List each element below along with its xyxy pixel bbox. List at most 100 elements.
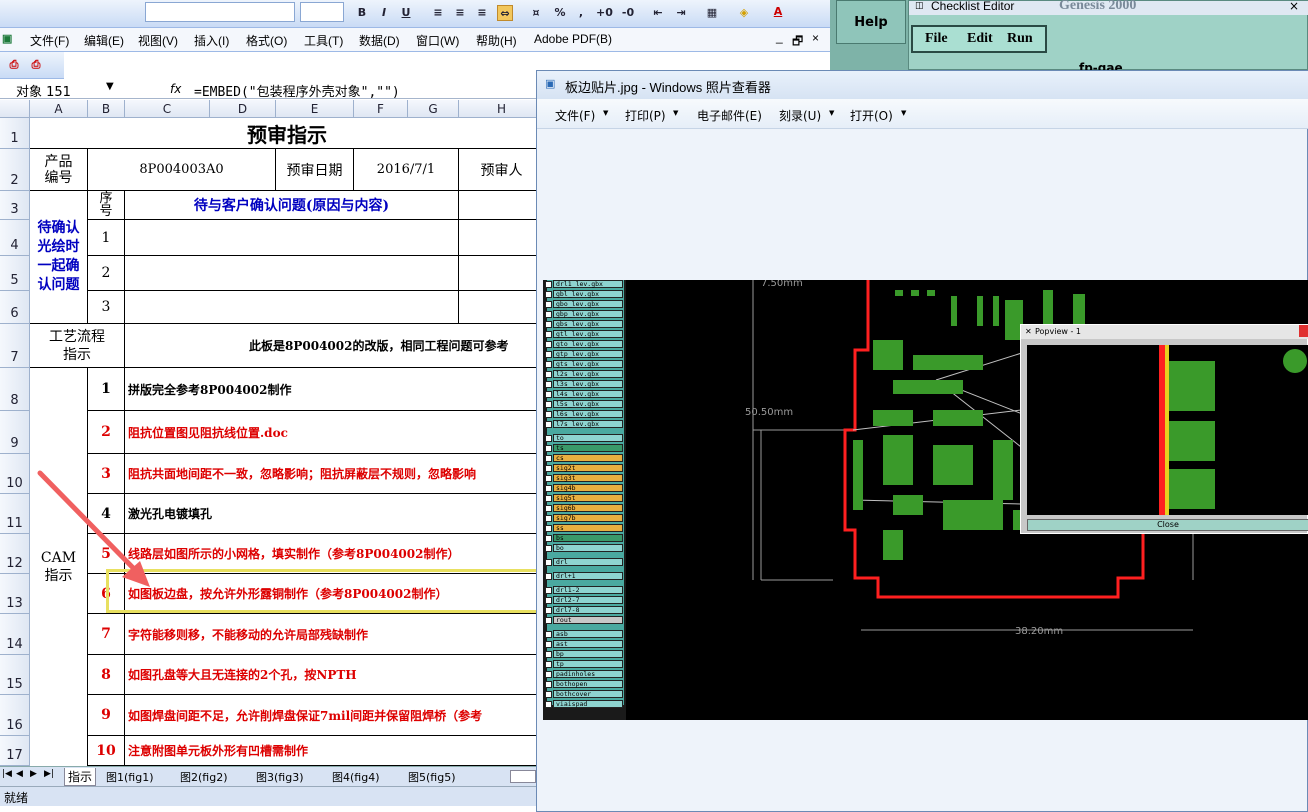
confirm-num-1[interactable]: 1 (88, 220, 125, 256)
layer-checkbox[interactable] (545, 617, 552, 624)
font-size-box[interactable] (300, 2, 344, 22)
pdf-mail-icon[interactable]: ⎙ (28, 57, 44, 73)
row-header-2[interactable]: 2 (0, 149, 30, 191)
confirm-issues-label[interactable]: 待确认 光绘时 一起确 认问题 (30, 191, 88, 324)
layer-item[interactable]: bo (553, 544, 623, 552)
genesis-menu-run[interactable]: Run (1007, 31, 1033, 47)
column-header-h[interactable]: H (459, 100, 545, 118)
increase-indent-icon[interactable]: ⇥ (673, 5, 689, 21)
cell-h3[interactable] (459, 191, 545, 220)
row-header-8[interactable]: 8 (0, 368, 30, 411)
cell-h6[interactable] (459, 291, 545, 324)
row-header-9[interactable]: 9 (0, 411, 30, 454)
layer-checkbox[interactable] (545, 631, 552, 638)
layer-item[interactable]: drl1_lev.gbx (553, 280, 623, 288)
sheet-title[interactable]: 预审指示 (30, 118, 545, 149)
font-name-box[interactable] (145, 2, 295, 22)
layer-item[interactable]: sig4b (553, 484, 623, 492)
row-header-10[interactable]: 10 (0, 454, 30, 494)
instruction-text[interactable]: 线路层如图所示的小网格，填实制作（参考8P004002制作） (125, 534, 545, 574)
select-all-corner[interactable] (0, 100, 30, 118)
layer-item[interactable]: bs (553, 534, 623, 542)
layer-checkbox[interactable] (545, 597, 552, 604)
sheet-tab[interactable]: 图1(fig1) (106, 769, 154, 785)
layer-checkbox[interactable] (545, 281, 552, 288)
layer-item[interactable]: gbl_lev.gbx (553, 290, 623, 298)
sheet-tab[interactable]: 图4(fig4) (332, 769, 380, 785)
increase-decimal-icon[interactable]: +0 (596, 5, 613, 21)
genesis-help-button[interactable]: Help (836, 0, 906, 44)
instruction-num[interactable]: 1 (88, 368, 125, 411)
layer-item[interactable]: viaispad (553, 700, 623, 708)
align-left-icon[interactable]: ≡ (430, 5, 446, 21)
layer-checkbox[interactable] (545, 525, 552, 532)
row-header-4[interactable]: 4 (0, 220, 30, 256)
layer-item[interactable]: to (553, 434, 623, 442)
seq-label[interactable]: 序 号 (88, 191, 125, 220)
layer-checkbox[interactable] (545, 411, 552, 418)
sheet-tab-active[interactable]: 指示 (64, 768, 97, 786)
cell-h5[interactable] (459, 256, 545, 291)
layer-item[interactable]: padinholes (553, 670, 623, 678)
layer-checkbox[interactable] (545, 381, 552, 388)
bold-icon[interactable]: B (354, 5, 370, 21)
row-header-1[interactable]: 1 (0, 118, 30, 149)
reviewer-label[interactable]: 预审人 (459, 149, 545, 191)
layer-item[interactable]: drl+1 (553, 572, 623, 580)
layer-checkbox[interactable] (545, 465, 552, 472)
pdf-convert-icon[interactable]: ⎙ (6, 57, 22, 73)
layer-checkbox[interactable] (545, 691, 552, 698)
layer-checkbox[interactable] (545, 401, 552, 408)
column-header-d[interactable]: D (210, 100, 276, 118)
confirm-num-3[interactable]: 3 (88, 291, 125, 324)
layer-checkbox[interactable] (545, 371, 552, 378)
italic-icon[interactable]: I (376, 5, 392, 21)
decrease-indent-icon[interactable]: ⇤ (650, 5, 666, 21)
layer-checkbox[interactable] (545, 661, 552, 668)
align-center-icon[interactable]: ≡ (452, 5, 468, 21)
layer-item[interactable]: l6s_lev.gbx (553, 410, 623, 418)
layer-checkbox[interactable] (545, 311, 552, 318)
menu-tools[interactable]: 工具(T) (304, 32, 343, 49)
menu-view[interactable]: 视图(V) (138, 32, 178, 49)
layer-item[interactable]: ss (553, 524, 623, 532)
instruction-text[interactable]: 阻抗位置图见阻抗线位置.doc (125, 411, 545, 454)
row-header-17[interactable]: 17 (0, 736, 30, 766)
instruction-num[interactable]: 7 (88, 614, 125, 655)
menu-format[interactable]: 格式(O) (246, 32, 287, 49)
review-date-value[interactable]: 2016/7/1 (354, 149, 459, 191)
layer-item[interactable]: bothcover (553, 690, 623, 698)
layer-checkbox[interactable] (545, 587, 552, 594)
layer-checkbox[interactable] (545, 545, 552, 552)
menu-insert[interactable]: 插入(I) (194, 32, 229, 49)
row-header-15[interactable]: 15 (0, 655, 30, 695)
column-header-b[interactable]: B (88, 100, 125, 118)
horizontal-scrollbar[interactable] (510, 770, 536, 783)
review-date-label[interactable]: 预审日期 (276, 149, 354, 191)
sheet-tab[interactable]: 图3(fig3) (256, 769, 304, 785)
cell-h4[interactable] (459, 220, 545, 256)
layer-item[interactable]: gto_lev.gbx (553, 340, 623, 348)
fill-color-icon[interactable]: ◈ (736, 5, 752, 21)
close-button[interactable]: × (812, 31, 819, 45)
fx-icon[interactable]: fx (170, 82, 181, 96)
layer-item[interactable]: bp (553, 650, 623, 658)
restore-button[interactable]: 🗗 (792, 32, 803, 53)
menu-data[interactable]: 数据(D) (359, 32, 400, 49)
confirm-issues-header[interactable]: 待与客户确认问题(原因与内容) (125, 191, 459, 220)
layer-checkbox[interactable] (545, 681, 552, 688)
row-header-16[interactable]: 16 (0, 695, 30, 736)
instruction-num[interactable]: 9 (88, 695, 125, 736)
tab-scroll-first-icon[interactable]: |◀ (2, 769, 12, 779)
tab-scroll-last-icon[interactable]: ▶| (44, 769, 54, 779)
layer-checkbox[interactable] (545, 321, 552, 328)
borders-icon[interactable]: ▦ (704, 5, 720, 21)
layer-item[interactable]: ast (553, 640, 623, 648)
layer-item[interactable]: drl1-2 (553, 586, 623, 594)
decrease-decimal-icon[interactable]: -0 (620, 5, 636, 21)
sheet-tab[interactable]: 图2(fig2) (180, 769, 228, 785)
column-header-f[interactable]: F (354, 100, 408, 118)
formula-input[interactable]: =EMBED("包装程序外壳对象","") (194, 81, 400, 100)
layer-item[interactable]: bothopen (553, 680, 623, 688)
percent-icon[interactable]: % (552, 5, 568, 21)
